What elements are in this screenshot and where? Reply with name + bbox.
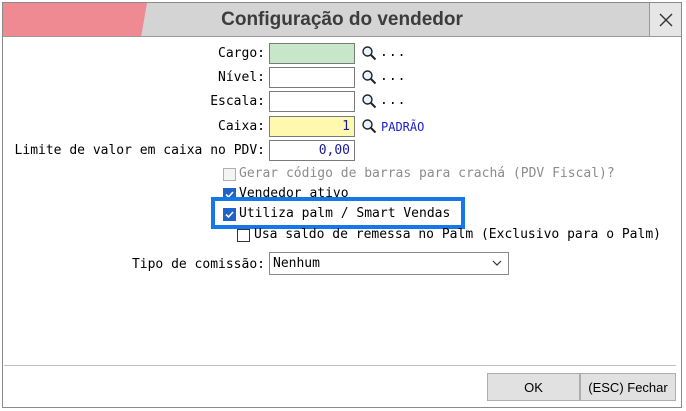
- ok-button[interactable]: OK: [487, 373, 580, 401]
- dialog-footer: OK (ESC) Fechar: [4, 365, 676, 403]
- comissao-selected-value: Nenhum: [273, 256, 320, 271]
- gerar-codigo-label: Gerar código de barras para crachá (PDV …: [239, 166, 615, 181]
- magnifier-icon[interactable]: [361, 69, 377, 85]
- cargo-more-button[interactable]: ...: [380, 45, 406, 60]
- nivel-label: Nível:: [218, 70, 265, 85]
- chevron-down-icon: [492, 260, 502, 266]
- comissao-select[interactable]: Nenhum: [269, 252, 509, 275]
- close-button[interactable]: [649, 3, 681, 36]
- close-dialog-button[interactable]: (ESC) Fechar: [580, 373, 676, 401]
- escala-label: Escala:: [210, 94, 265, 109]
- cargo-label: Cargo:: [218, 46, 265, 61]
- dialog-title: Configuração do vendedor: [221, 9, 463, 30]
- limite-field[interactable]: 0,00: [269, 140, 355, 161]
- title-bar: Configuração do vendedor: [3, 3, 681, 37]
- caixa-padrao-link[interactable]: PADRÃO: [381, 120, 424, 134]
- gerar-codigo-checkbox[interactable]: [223, 168, 236, 181]
- caixa-field[interactable]: 1: [269, 116, 355, 137]
- magnifier-icon[interactable]: [361, 45, 377, 61]
- limite-label: Limite de valor em caixa no PDV:: [14, 143, 265, 158]
- usa-saldo-label: Usa saldo de remessa no Palm (Exclusivo …: [254, 227, 661, 242]
- magnifier-icon[interactable]: [361, 93, 377, 109]
- close-icon: [659, 13, 672, 26]
- focus-highlight: [211, 197, 465, 229]
- usa-saldo-checkbox[interactable]: [237, 229, 250, 242]
- magnifier-icon[interactable]: [361, 118, 377, 134]
- nivel-field[interactable]: [269, 67, 355, 88]
- nivel-more-button[interactable]: ...: [380, 69, 406, 84]
- escala-more-button[interactable]: ...: [380, 93, 406, 108]
- cargo-field[interactable]: [269, 43, 355, 64]
- caixa-label: Caixa:: [218, 119, 265, 134]
- comissao-label: Tipo de comissão:: [131, 257, 265, 272]
- escala-field[interactable]: [269, 91, 355, 112]
